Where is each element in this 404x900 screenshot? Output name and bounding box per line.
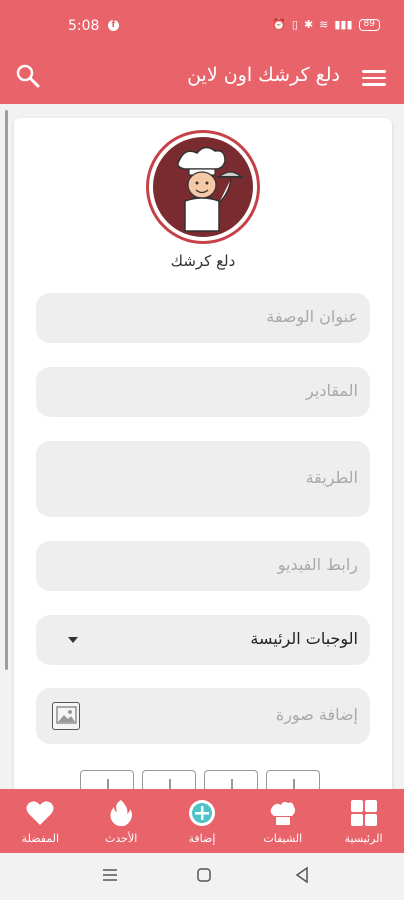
add-circle-icon (187, 798, 217, 828)
logo-name: دلع كرشك (170, 252, 236, 270)
home-icon[interactable] (194, 865, 214, 885)
chef-hat-icon (268, 798, 298, 828)
recipe-title-placeholder: عنوان الوصفة (266, 307, 358, 326)
fire-icon (106, 798, 136, 828)
vibrate-icon: ▯ (291, 18, 298, 31)
app-bar: دلع كرشك اون لاين (0, 52, 404, 104)
wifi-icon: ≋ (319, 18, 329, 31)
back-icon[interactable] (292, 865, 312, 885)
menu-icon[interactable] (362, 66, 386, 86)
signal-icon: ▮▮▮ (334, 18, 353, 31)
recents-icon[interactable] (100, 865, 120, 885)
image-icon[interactable] (52, 702, 80, 730)
nav-item-latest[interactable]: الأحدث (81, 789, 161, 853)
alarm-icon: ⏰ (272, 18, 286, 31)
nav-item-chefs[interactable]: الشيفات (243, 789, 323, 853)
video-link-placeholder: رابط الفيديو (277, 555, 358, 574)
add-image-placeholder: إضافة صورة (275, 705, 358, 724)
nav-item-favorites[interactable]: المفضلة (0, 789, 80, 853)
status-bar: 5:08 f ⏰ ▯ ✱ ≋ ▮▮▮ 89 (0, 0, 404, 52)
facebook-notification-icon: f (108, 20, 119, 31)
video-link-field[interactable]: رابط الفيديو (36, 541, 370, 591)
grid-icon (349, 798, 379, 828)
nav-label-home: الرئيسية (344, 831, 383, 845)
nav-label-chefs: الشيفات (263, 831, 303, 845)
add-recipe-card: دلع كرشك عنوان الوصفة المقادير الطريقة ر… (14, 118, 392, 818)
recipe-title-field[interactable]: عنوان الوصفة (36, 293, 370, 343)
search-icon[interactable] (14, 62, 42, 90)
status-icons: ⏰ ▯ ✱ ≋ ▮▮▮ 89 (272, 18, 380, 31)
ingredients-placeholder: المقادير (306, 381, 358, 400)
heart-icon (25, 798, 55, 828)
method-placeholder: الطريقة (305, 468, 358, 487)
nav-label-favorites: المفضلة (21, 831, 60, 845)
category-dropdown[interactable]: الوجبات الرئيسة (36, 615, 370, 665)
method-field[interactable]: الطريقة (36, 441, 370, 517)
dropdown-arrow-icon (68, 637, 78, 643)
category-selected: الوجبات الرئيسة (250, 629, 358, 648)
nav-label-latest: الأحدث (105, 831, 138, 845)
nav-label-add: إضافة (188, 831, 216, 845)
nav-item-home[interactable]: الرئيسية (324, 789, 404, 853)
ingredients-field[interactable]: المقادير (36, 367, 370, 417)
battery-icon: 89 (358, 18, 380, 31)
status-time: 5:08 (68, 18, 100, 34)
system-navigation-bar (0, 853, 404, 900)
chef-logo (146, 130, 260, 244)
app-title: دلع كرشك اون لاين (187, 64, 340, 86)
bottom-navigation: الرئيسية الشيفات إضافة الأحدث المفضلة (0, 789, 404, 853)
nav-item-add[interactable]: إضافة (162, 789, 242, 853)
scrollbar[interactable] (5, 110, 8, 670)
add-image-field[interactable]: إضافة صورة (36, 688, 370, 744)
bluetooth-icon: ✱ (303, 18, 314, 31)
